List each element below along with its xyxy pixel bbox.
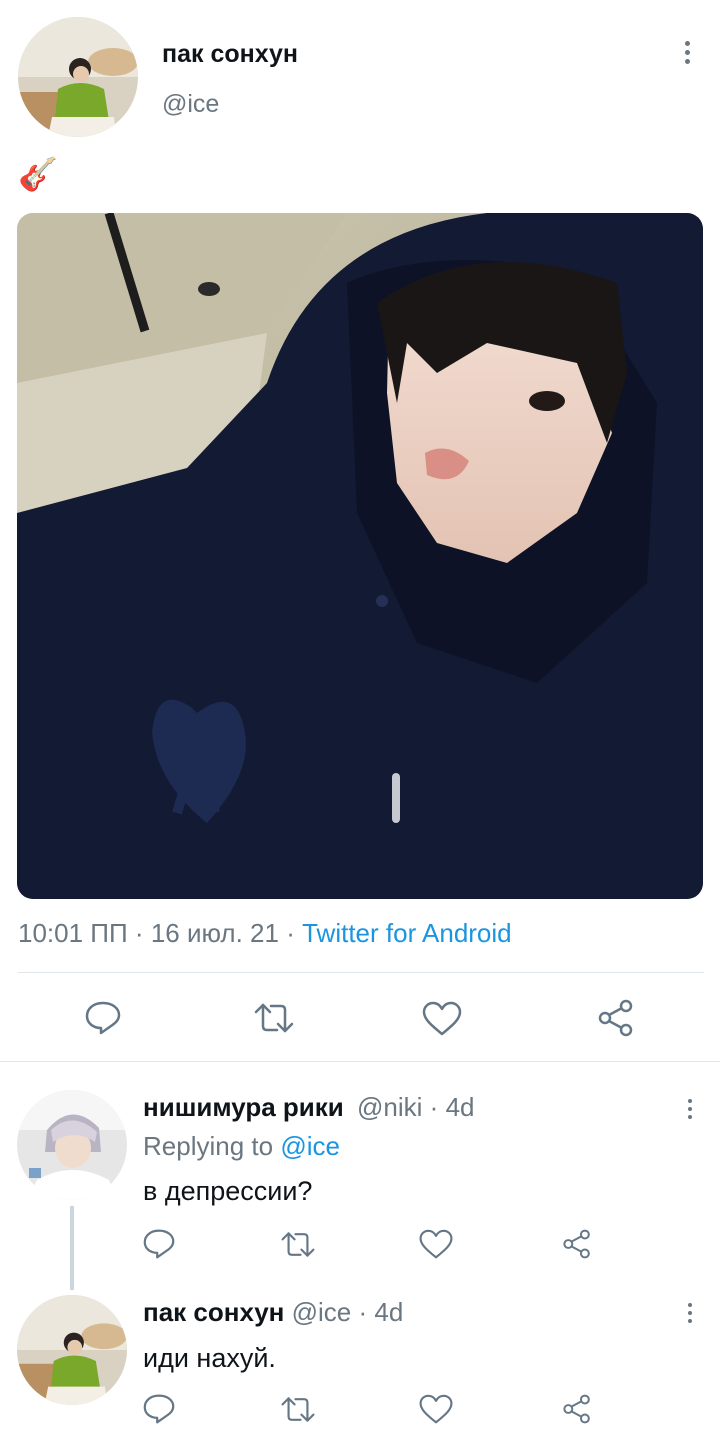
- tweet-text: 🎸: [18, 156, 58, 192]
- reply-author-handle[interactable]: @niki: [357, 1092, 422, 1122]
- meta-separator: ·: [358, 1297, 368, 1327]
- more-options-icon[interactable]: [684, 41, 692, 68]
- replying-to: Replying to @ice: [143, 1131, 340, 1162]
- tweet-date: 16 июл. 21: [150, 918, 279, 948]
- reply-author-name[interactable]: пак сонхун: [143, 1297, 284, 1327]
- retweet-icon[interactable]: [253, 1000, 295, 1036]
- tweet-time: 10:01 ПП: [18, 918, 128, 948]
- divider: [18, 972, 704, 973]
- reply-author-handle[interactable]: @ice: [292, 1297, 352, 1327]
- heart-icon[interactable]: [418, 1229, 454, 1260]
- author-avatar[interactable]: [18, 17, 138, 137]
- meta-separator: ·: [134, 918, 144, 948]
- replying-to-handle[interactable]: @ice: [280, 1131, 340, 1161]
- heart-icon[interactable]: [418, 1394, 454, 1425]
- reply-avatar[interactable]: [17, 1090, 127, 1200]
- share-icon[interactable]: [561, 1394, 593, 1424]
- retweet-icon[interactable]: [280, 1229, 316, 1260]
- more-options-icon[interactable]: [687, 1099, 695, 1123]
- author-name[interactable]: пак сонхун: [162, 40, 298, 69]
- section-divider: [0, 1061, 720, 1062]
- tweet-client-link[interactable]: Twitter for Android: [302, 918, 512, 948]
- meta-separator: ·: [429, 1092, 439, 1122]
- reply-icon[interactable]: [84, 1000, 122, 1036]
- tweet-metadata: 10:01 ПП · 16 июл. 21 · Twitter for Andr…: [18, 918, 512, 949]
- reply-age: 4d: [374, 1297, 404, 1327]
- reply-header: нишимура рики @niki · 4d: [143, 1092, 474, 1123]
- more-options-icon[interactable]: [687, 1303, 695, 1327]
- heart-icon[interactable]: [421, 1001, 463, 1037]
- reply-header: пак сонхун @ice · 4d: [143, 1297, 403, 1328]
- tweet-photo[interactable]: [17, 213, 703, 899]
- reply-icon[interactable]: [142, 1228, 176, 1260]
- author-handle[interactable]: @ice: [162, 90, 219, 119]
- reply-text: в депрессии?: [143, 1176, 313, 1206]
- reply-age: 4d: [445, 1092, 475, 1122]
- reply-author-name[interactable]: нишимура рики: [143, 1092, 344, 1122]
- reply-icon[interactable]: [142, 1393, 176, 1425]
- share-icon[interactable]: [596, 999, 636, 1037]
- reply-avatar[interactable]: [17, 1295, 127, 1405]
- reply-text: иди нахуй.: [143, 1343, 276, 1373]
- thread-line: [70, 1206, 74, 1290]
- meta-separator: ·: [286, 918, 295, 948]
- replying-to-prefix: Replying to: [143, 1131, 274, 1161]
- share-icon[interactable]: [561, 1229, 593, 1259]
- retweet-icon[interactable]: [280, 1394, 316, 1425]
